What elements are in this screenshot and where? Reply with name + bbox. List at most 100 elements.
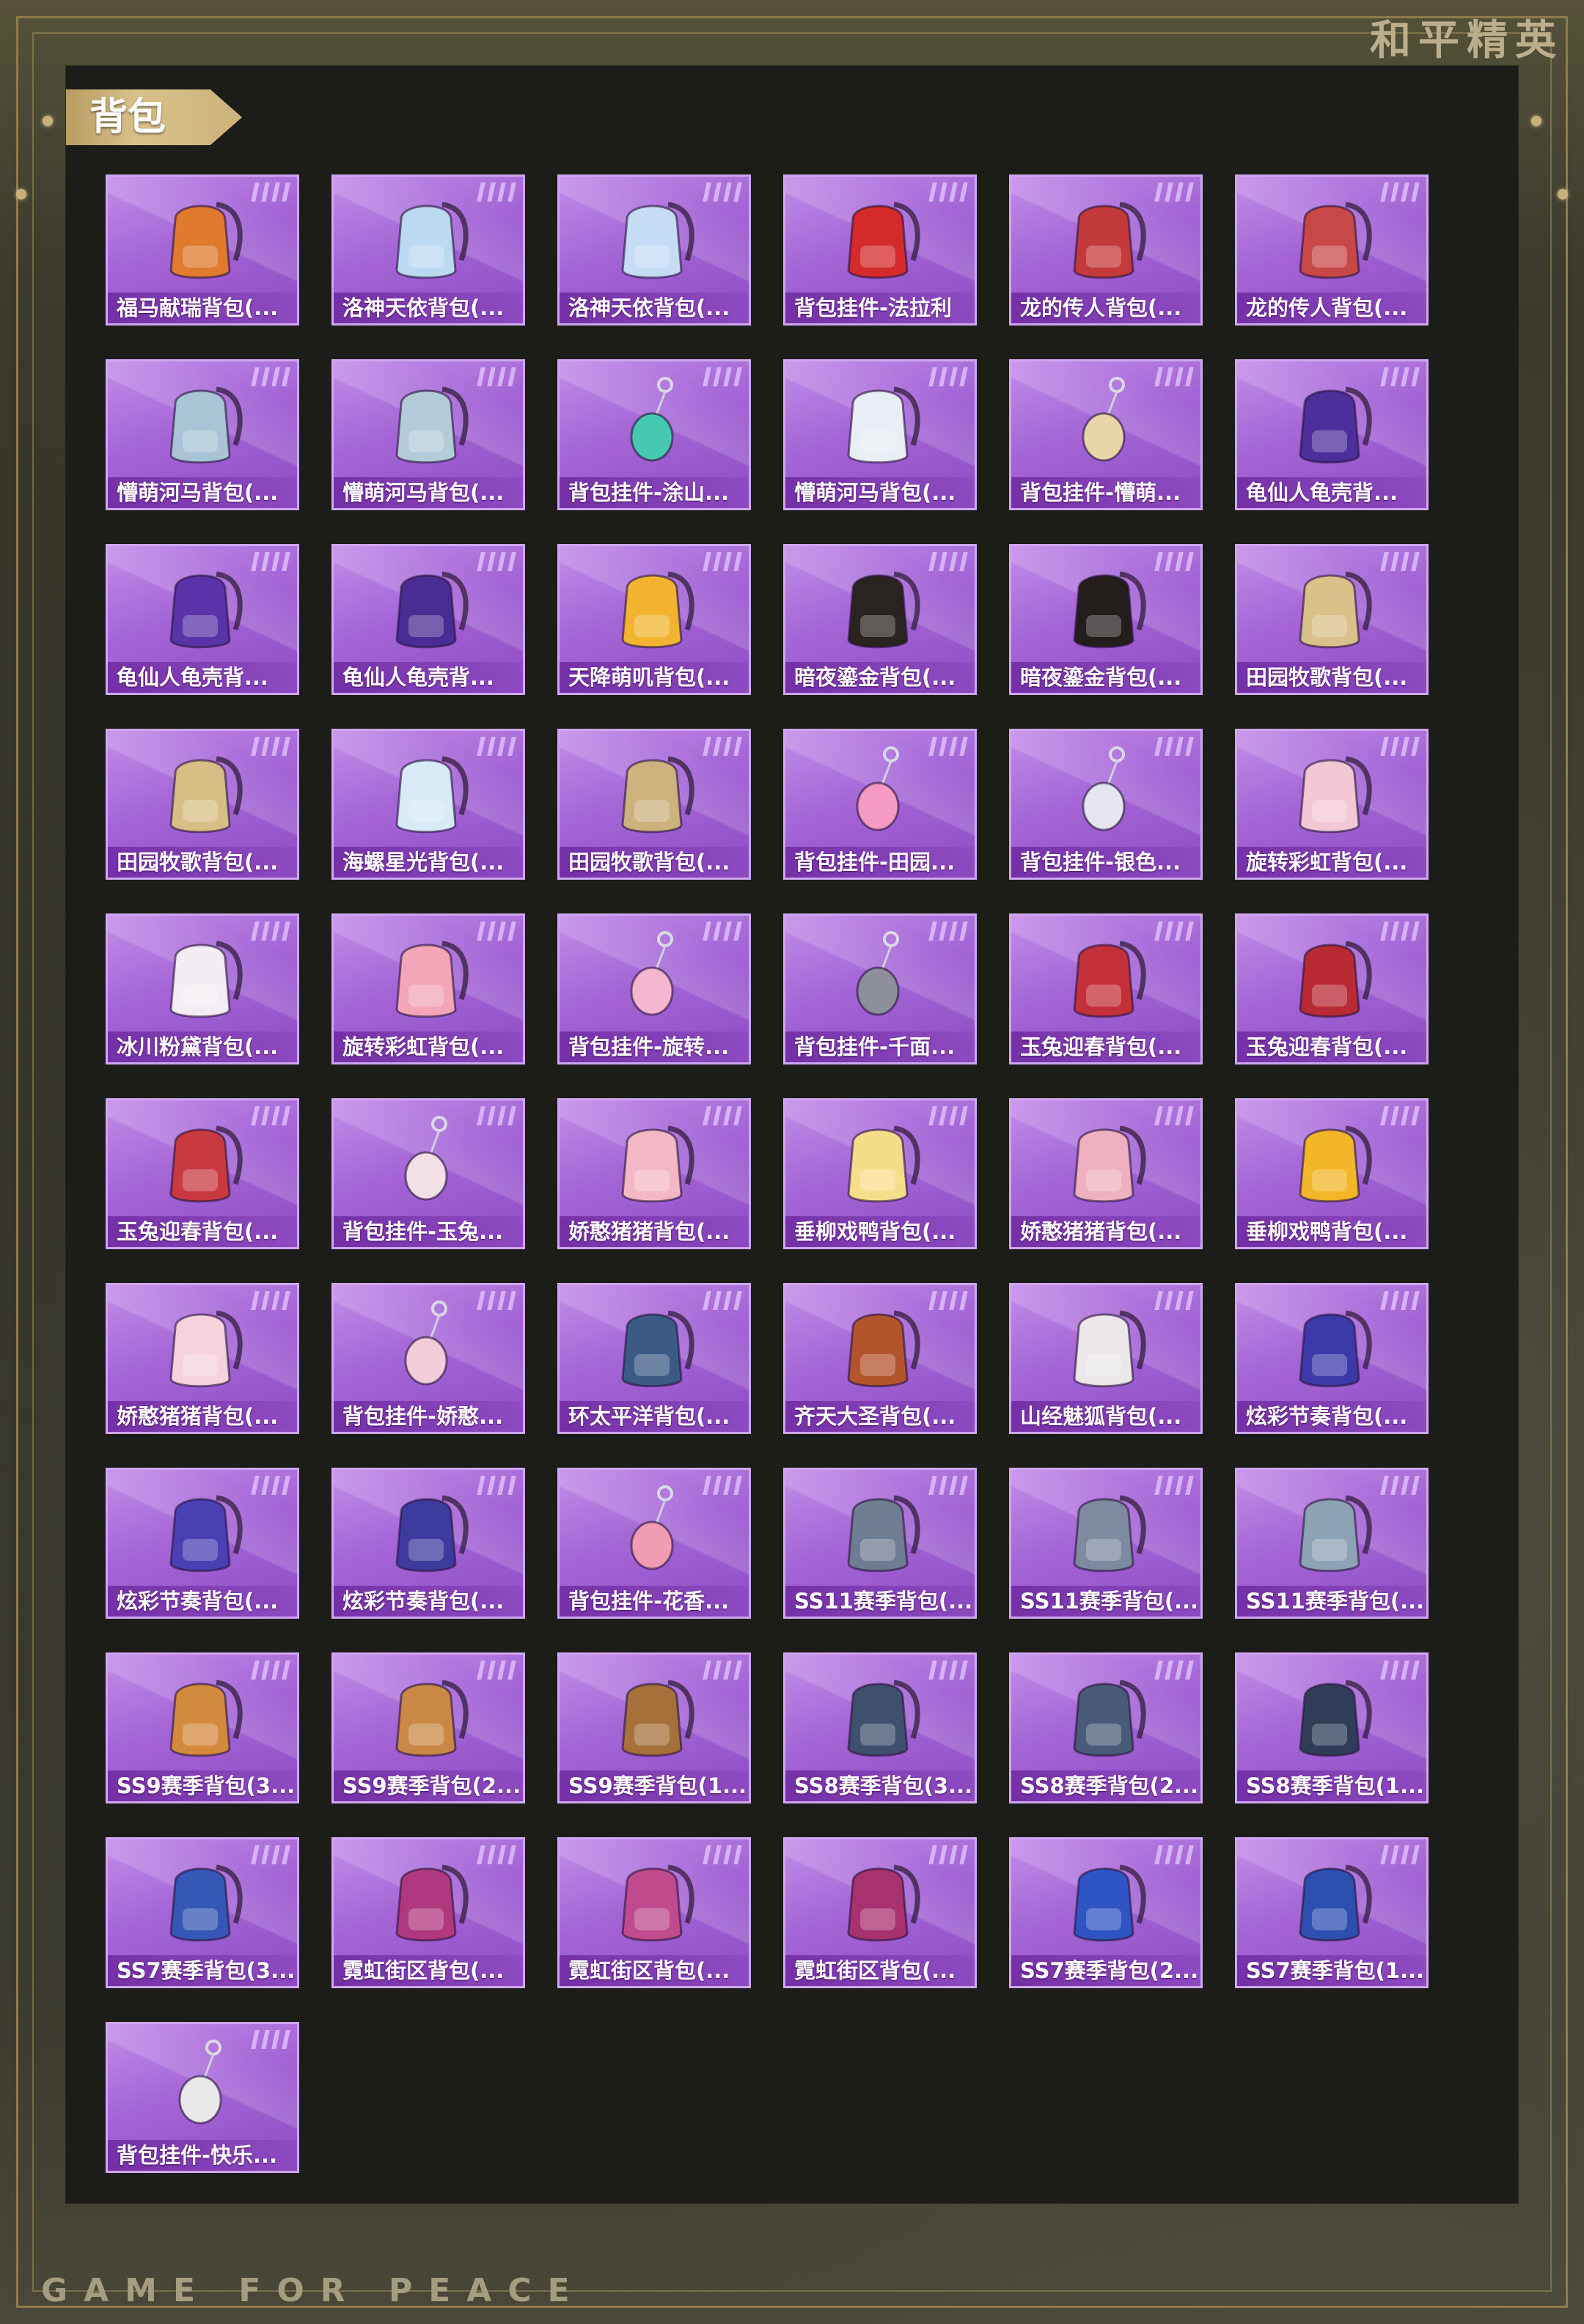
item-name: 田园牧歌背包(... — [568, 850, 730, 875]
inventory-item[interactable]: 龟仙人龟壳背... — [331, 544, 525, 695]
inventory-item[interactable]: 暗夜鎏金背包(... — [1009, 544, 1203, 695]
item-name: 娇憨猪猪背包(... — [568, 1219, 730, 1244]
mech-backpack-icon — [621, 1310, 694, 1388]
inventory-item[interactable]: 背包挂件-花香... — [557, 1468, 751, 1619]
rarity-bar — [1390, 1661, 1399, 1680]
rarity-bar — [1390, 1476, 1399, 1495]
rarity-bars-icon — [703, 367, 742, 386]
inventory-item[interactable]: 环太平洋背包(... — [557, 1283, 751, 1434]
inventory-item[interactable]: 齐天大圣背包(... — [783, 1283, 977, 1434]
inventory-item[interactable]: 玉兔迎春背包(... — [1009, 913, 1203, 1064]
inventory-item[interactable]: 娇憨猪猪背包(... — [106, 1283, 299, 1434]
navy-tactical-backpack-icon — [1299, 1680, 1372, 1757]
rarity-bar — [713, 367, 722, 386]
inventory-item[interactable]: SS9赛季背包(3... — [106, 1652, 299, 1803]
inventory-item[interactable]: 玉兔迎春背包(... — [106, 1098, 299, 1249]
inventory-item[interactable]: SS8赛季背包(3... — [783, 1652, 977, 1803]
graffiti-backpack-icon — [1299, 1310, 1372, 1388]
inventory-item[interactable]: 天降萌叽背包(... — [557, 544, 751, 695]
inventory-item[interactable]: SS8赛季背包(1... — [1235, 1652, 1429, 1803]
item-name: 垂柳戏鸭背包(... — [1246, 1219, 1408, 1244]
item-name: SS9赛季背包(3... — [117, 1773, 296, 1798]
inventory-item[interactable]: SS7赛季背包(1... — [1235, 1837, 1429, 1988]
blue-graffiti-backpack-icon — [1299, 1864, 1372, 1942]
inventory-item[interactable]: 田园牧歌背包(... — [1235, 544, 1429, 695]
inventory-item[interactable]: SS7赛季背包(2... — [1009, 1837, 1203, 1988]
item-name: 冰川粉黛背包(... — [117, 1034, 279, 1059]
inventory-item[interactable]: SS11赛季背包(... — [1235, 1468, 1429, 1619]
inventory-item[interactable]: 山经魅狐背包(... — [1009, 1283, 1203, 1434]
inventory-item[interactable]: 背包挂件-涂山... — [557, 359, 751, 510]
inventory-item[interactable]: 懵萌河马背包(... — [331, 359, 525, 510]
inventory-item[interactable]: 背包挂件-快乐... — [106, 2022, 299, 2173]
inventory-item[interactable]: 玉兔迎春背包(... — [1235, 913, 1429, 1064]
rarity-bar — [487, 1476, 496, 1495]
rarity-bars-icon — [251, 922, 290, 941]
inventory-item[interactable]: 背包挂件-懵萌... — [1009, 359, 1203, 510]
inventory-item[interactable]: 洛神天依背包(... — [331, 174, 525, 326]
inventory-item[interactable]: 背包挂件-法拉利 — [783, 174, 977, 326]
rarity-bar — [1390, 367, 1399, 386]
inventory-item[interactable]: SS9赛季背包(1... — [557, 1652, 751, 1803]
inventory-item[interactable]: 炫彩节奏背包(... — [1235, 1283, 1429, 1434]
inventory-item[interactable]: 娇憨猪猪背包(... — [557, 1098, 751, 1249]
inventory-item[interactable]: 背包挂件-玉兔... — [331, 1098, 525, 1249]
inventory-item[interactable]: SS8赛季背包(2... — [1009, 1652, 1203, 1803]
inventory-item[interactable]: SS11赛季背包(... — [783, 1468, 977, 1619]
inventory-item[interactable]: 懵萌河马背包(... — [783, 359, 977, 510]
inventory-item[interactable]: 龙的传人背包(... — [1235, 174, 1429, 326]
inventory-item[interactable]: 龟仙人龟壳背... — [106, 544, 299, 695]
item-label-bar: 背包挂件-娇憨... — [334, 1401, 523, 1432]
inventory-item[interactable]: 背包挂件-娇憨... — [331, 1283, 525, 1434]
rarity-bar — [723, 1476, 732, 1495]
inventory-item[interactable]: 旋转彩虹背包(... — [1235, 729, 1429, 880]
inventory-item[interactable]: 背包挂件-银色... — [1009, 729, 1203, 880]
item-label-bar: 福马献瑞背包(... — [108, 293, 297, 323]
inventory-item[interactable]: 炫彩节奏背包(... — [331, 1468, 525, 1619]
inventory-item[interactable]: 背包挂件-田园... — [783, 729, 977, 880]
inventory-item[interactable]: 垂柳戏鸭背包(... — [783, 1098, 977, 1249]
inventory-item[interactable]: 娇憨猪猪背包(... — [1009, 1098, 1203, 1249]
inventory-item[interactable]: 背包挂件-旋转... — [557, 913, 751, 1064]
inventory-item[interactable]: 田园牧歌背包(... — [106, 729, 299, 880]
rarity-bars-icon — [928, 1476, 968, 1495]
inventory-item[interactable]: 龟仙人龟壳背... — [1235, 359, 1429, 510]
item-label-bar: 娇憨猪猪背包(... — [560, 1216, 749, 1247]
rarity-bar — [949, 1661, 958, 1680]
inventory-item[interactable]: 背包挂件-千面... — [783, 913, 977, 1064]
inventory-item[interactable]: 龙的传人背包(... — [1009, 174, 1203, 326]
inventory-item[interactable]: 海螺星光背包(... — [331, 729, 525, 880]
inventory-item[interactable]: 旋转彩虹背包(... — [331, 913, 525, 1064]
item-label-bar: 背包挂件-快乐... — [108, 2140, 297, 2171]
inventory-item[interactable]: 暗夜鎏金背包(... — [783, 544, 977, 695]
inventory-item[interactable]: 洛神天依背包(... — [557, 174, 751, 326]
rarity-bar — [1165, 367, 1173, 386]
rarity-bar — [713, 1106, 722, 1125]
rarity-bar — [723, 183, 732, 202]
item-name: 背包挂件-千面... — [794, 1034, 956, 1059]
rarity-bar — [1401, 367, 1409, 386]
frame-ornament-dot — [1531, 116, 1541, 126]
inventory-item[interactable]: 懵萌河马背包(... — [106, 359, 299, 510]
inventory-item[interactable]: 霓虹街区背包(... — [557, 1837, 751, 1988]
item-name: 旋转彩虹背包(... — [342, 1034, 505, 1059]
rarity-bar — [713, 1845, 722, 1864]
item-name: 娇憨猪猪背包(... — [1020, 1219, 1182, 1244]
round-ball-charm-icon — [178, 2040, 222, 2125]
inventory-item[interactable]: SS11赛季背包(... — [1009, 1468, 1203, 1619]
rarity-bars-icon — [1154, 1476, 1194, 1495]
rarity-bars-icon — [703, 183, 742, 202]
item-name: 背包挂件-银色... — [1020, 850, 1181, 875]
inventory-item[interactable]: 霓虹街区背包(... — [331, 1837, 525, 1988]
inventory-item[interactable]: 霓虹街区背包(... — [783, 1837, 977, 1988]
rarity-bars-icon — [928, 183, 968, 202]
inventory-item[interactable]: SS9赛季背包(2... — [331, 1652, 525, 1803]
inventory-item[interactable]: 垂柳戏鸭背包(... — [1235, 1098, 1429, 1249]
item-name: 天降萌叽背包(... — [568, 665, 730, 690]
inventory-item[interactable]: SS7赛季背包(3... — [106, 1837, 299, 1988]
rarity-bars-icon — [1380, 1845, 1420, 1864]
inventory-item[interactable]: 炫彩节奏背包(... — [106, 1468, 299, 1619]
inventory-item[interactable]: 福马献瑞背包(... — [106, 174, 299, 326]
inventory-item[interactable]: 冰川粉黛背包(... — [106, 913, 299, 1064]
inventory-item[interactable]: 田园牧歌背包(... — [557, 729, 751, 880]
